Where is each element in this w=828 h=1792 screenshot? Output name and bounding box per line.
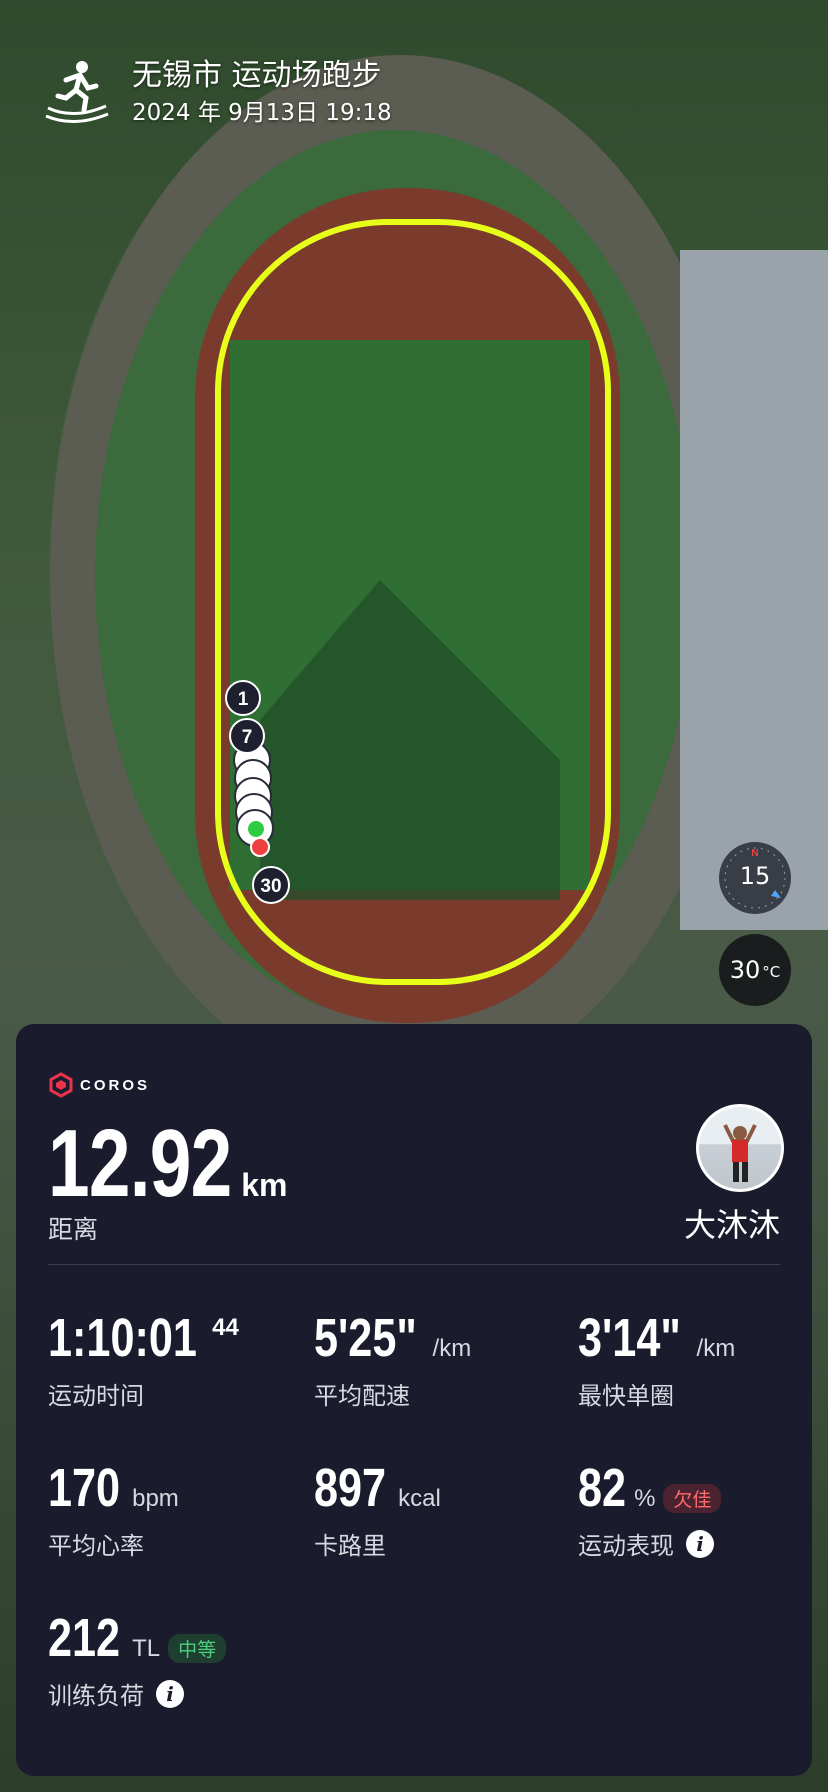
duration-centiseconds: 44 — [212, 1314, 239, 1341]
calories-unit: kcal — [398, 1485, 441, 1512]
svg-text:7: 7 — [242, 727, 253, 748]
performance-value: 82 — [578, 1458, 627, 1518]
stat-duration: 1:10:01 44 运动时间 — [48, 1308, 239, 1411]
performance-label: 运动表现 — [578, 1532, 674, 1560]
performance-info-icon[interactable]: i — [686, 1529, 714, 1558]
avg-pace-label: 平均配速 — [314, 1382, 410, 1410]
coros-logo-text: COROS — [80, 1076, 151, 1094]
running-track-icon — [45, 61, 109, 124]
avg-pace-unit: /km — [432, 1335, 472, 1362]
training-load-label: 训练负荷 — [48, 1682, 144, 1710]
performance-label-row: 运动表现 i — [578, 1526, 721, 1561]
compass-button[interactable]: N 15 — [719, 842, 791, 914]
activity-summary-card: COROS 12.92 km 距离 大沐沐 1:10:01 44 运动时间 5'… — [16, 1024, 812, 1776]
avg-hr-unit: bpm — [132, 1485, 179, 1512]
stat-calories: 897 kcal 卡路里 — [314, 1458, 441, 1561]
divider — [48, 1264, 780, 1265]
duration-label: 运动时间 — [48, 1382, 144, 1410]
compass-value: 15 — [739, 862, 771, 890]
temperature-chip: 30 °C — [719, 934, 791, 1006]
training-load-unit: TL — [132, 1635, 161, 1662]
temperature-value: 30 — [729, 956, 761, 984]
temperature-unit: °C — [762, 963, 781, 981]
lap-marker-30[interactable]: 30 — [252, 866, 290, 904]
coros-logo: COROS — [48, 1072, 150, 1098]
end-point-marker[interactable] — [250, 837, 270, 857]
svg-text:30: 30 — [260, 876, 281, 897]
avatar[interactable] — [696, 1104, 784, 1192]
avg-pace-value: 5'25" — [314, 1308, 417, 1368]
coros-logo-icon — [49, 1072, 73, 1098]
distance-value: 12.92 — [48, 1110, 232, 1217]
activity-title: 无锡市 运动场跑步 — [132, 58, 382, 93]
calories-label: 卡路里 — [314, 1532, 386, 1560]
stat-avg-hr: 170 bpm 平均心率 — [48, 1458, 179, 1561]
training-load-label-row: 训练负荷 i — [48, 1676, 226, 1711]
distance-block: 12.92 km — [48, 1114, 287, 1214]
stat-performance: 82 % 欠佳 运动表现 i — [578, 1458, 722, 1561]
svg-text:N: N — [751, 848, 758, 859]
lap-marker-7[interactable]: 7 — [229, 718, 265, 754]
fastest-lap-value: 3'14" — [578, 1308, 681, 1368]
avg-hr-label: 平均心率 — [48, 1532, 144, 1560]
training-load-value: 212 — [48, 1608, 121, 1668]
svg-text:1: 1 — [238, 689, 249, 710]
fastest-lap-unit: /km — [696, 1335, 736, 1362]
username: 大沐沐 — [683, 1206, 780, 1244]
distance-label: 距离 — [48, 1215, 99, 1244]
fastest-lap-label: 最快单圈 — [578, 1382, 674, 1410]
performance-badge: 欠佳 — [663, 1484, 722, 1513]
distance-unit: km — [241, 1167, 288, 1203]
stat-fastest-lap: 3'14" /km 最快单圈 — [578, 1308, 735, 1411]
training-load-badge: 中等 — [168, 1634, 227, 1663]
activity-datetime: 2024 年 9月13日 19:18 — [132, 100, 392, 126]
activity-header: 无锡市 运动场跑步 2024 年 9月13日 19:18 — [44, 58, 392, 128]
performance-unit: % — [634, 1485, 656, 1512]
training-load-info-icon[interactable]: i — [156, 1679, 184, 1708]
calories-value: 897 — [314, 1458, 387, 1518]
start-point-marker[interactable] — [246, 819, 266, 839]
stat-avg-pace: 5'25" /km 平均配速 — [314, 1308, 471, 1411]
avatar-runner-icon — [723, 1124, 757, 1182]
map-overlay: 1 7 30 — [50, 55, 828, 1024]
lap-marker-1[interactable]: 1 — [225, 680, 261, 716]
avg-hr-value: 170 — [48, 1458, 121, 1518]
stat-training-load: 212 TL 中等 训练负荷 i — [48, 1608, 227, 1711]
duration-value: 1:10:01 — [48, 1308, 197, 1368]
roof-structure — [680, 250, 828, 930]
